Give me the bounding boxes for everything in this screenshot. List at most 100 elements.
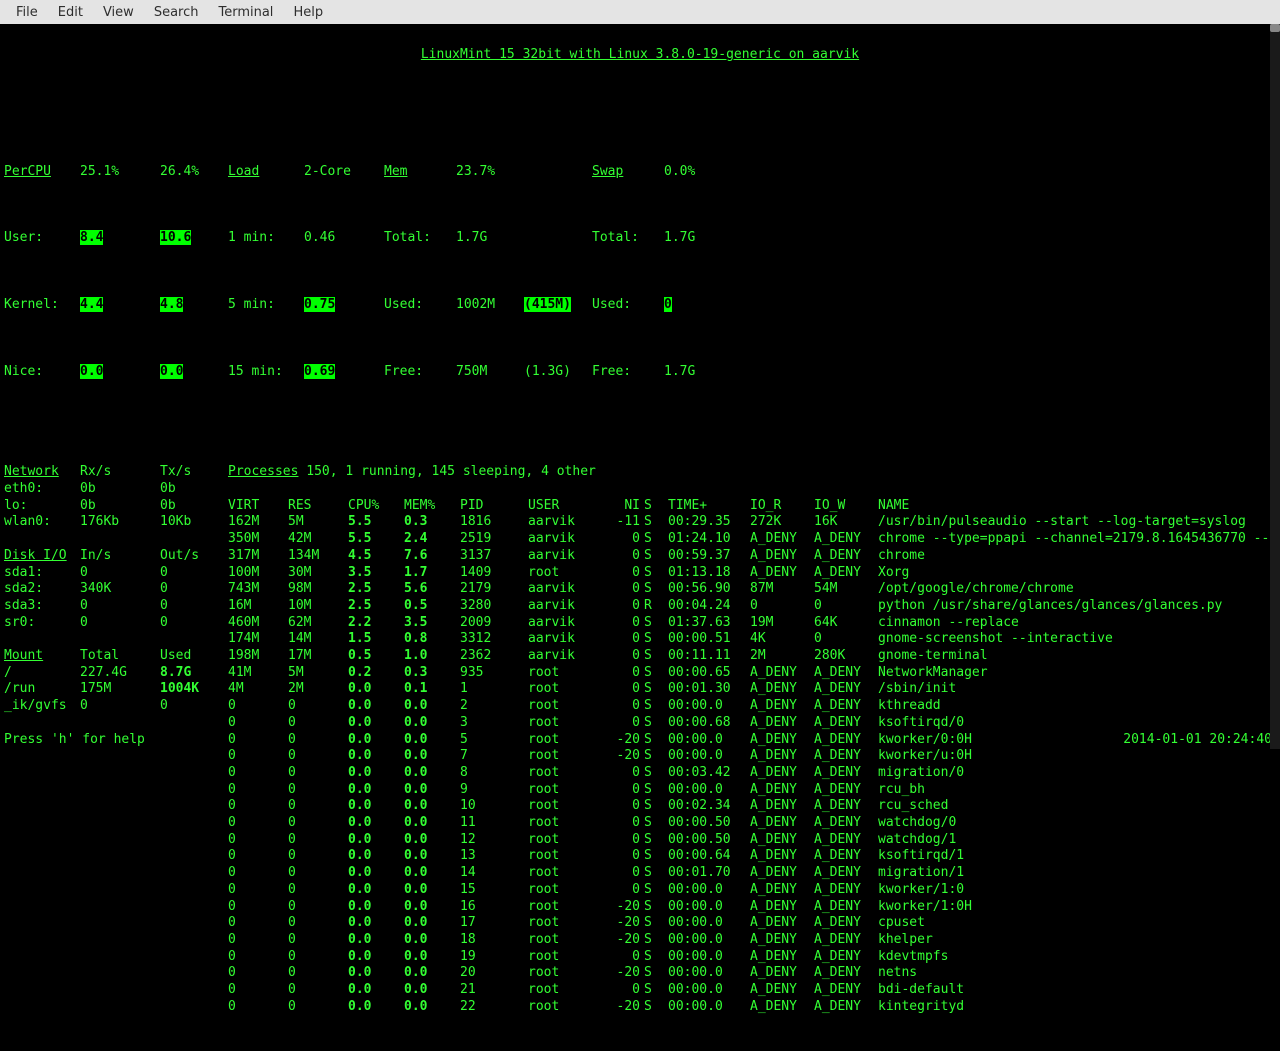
proc-virt: 0: [228, 865, 288, 882]
proc-mem: 0.0: [404, 999, 460, 1016]
proc-ior: A_DENY: [750, 965, 814, 982]
menu-edit[interactable]: Edit: [48, 3, 93, 22]
proc-virt: 41M: [228, 665, 288, 682]
proc-mem: 5.6: [404, 581, 460, 598]
proc-virt: 16M: [228, 598, 288, 615]
proc-user: root: [528, 915, 608, 932]
menu-view[interactable]: View: [93, 3, 144, 22]
network-tx: 10Kb: [160, 514, 228, 531]
proc-pid: 1: [460, 681, 528, 698]
mem-total: 1.7G: [456, 230, 524, 247]
body-row: sda3:0016M10M2.50.53280aarvik0R00:04.240…: [4, 598, 1276, 615]
proc-ni: 0: [608, 548, 644, 565]
menu-help[interactable]: Help: [283, 3, 333, 22]
proc-time: 00:00.0: [668, 698, 750, 715]
proc-name: kworker/1:0: [878, 882, 964, 899]
proc-virt: 0: [228, 848, 288, 865]
proc-cpu: 0.0: [348, 765, 404, 782]
proc-cpu: 0.0: [348, 915, 404, 932]
proc-pid: 1409: [460, 565, 528, 582]
swap-pct: 0.0%: [664, 164, 724, 181]
body-row: /run175M1004K4M2M0.00.11root0S00:01.30A_…: [4, 681, 1276, 698]
proc-hdr-s: S: [644, 498, 668, 515]
summary-row: Nice:0.00.015 min:0.69Free:750M(1.3G)Fre…: [4, 347, 1276, 380]
scrollbar[interactable]: [1270, 24, 1280, 749]
summary-row: Kernel:4.44.85 min:0.75Used:1002M(415M)U…: [4, 281, 1276, 314]
proc-ior: A_DENY: [750, 715, 814, 732]
network-tx-label: Tx/s: [160, 464, 228, 481]
proc-cpu: 0.0: [348, 732, 404, 749]
swap-total-label: Total:: [592, 230, 664, 247]
proc-virt: 0: [228, 999, 288, 1016]
percpu-cpu1-total: 26.4%: [160, 164, 228, 181]
diskio-in: 340K: [80, 581, 160, 598]
proc-cpu: 0.5: [348, 648, 404, 665]
body-row: MountTotalUsed198M17M0.51.02362aarvik0S0…: [4, 648, 1276, 665]
proc-res: 5M: [288, 514, 348, 531]
proc-ior: A_DENY: [750, 531, 814, 548]
proc-cpu: 0.0: [348, 748, 404, 765]
proc-name: watchdog/0: [878, 815, 956, 832]
proc-time: 00:29.35: [668, 514, 750, 531]
proc-user: aarvik: [528, 615, 608, 632]
proc-iow: A_DENY: [814, 899, 878, 916]
proc-user: root: [528, 798, 608, 815]
proc-iow: A_DENY: [814, 665, 878, 682]
body-row: sda2:340K0743M98M2.55.62179aarvik0S00:56…: [4, 581, 1276, 598]
swap-free: 1.7G: [664, 364, 724, 381]
swap-used: 0: [664, 297, 672, 312]
proc-res: 0: [288, 765, 348, 782]
proc-cpu: 0.0: [348, 848, 404, 865]
proc-user: root: [528, 932, 608, 949]
network-iface: wlan0:: [4, 514, 80, 531]
network-header: Network: [4, 464, 80, 481]
proc-name: cinnamon --replace: [878, 615, 1019, 632]
body-row: 000.00.03root0S00:00.68A_DENYA_DENYksoft…: [4, 715, 1276, 732]
mount-total: 227.4G: [80, 665, 160, 682]
proc-ni: 0: [608, 949, 644, 966]
proc-ni: 0: [608, 698, 644, 715]
menu-file[interactable]: File: [6, 3, 48, 22]
menu-terminal[interactable]: Terminal: [208, 3, 283, 22]
network-rx-label: Rx/s: [80, 464, 160, 481]
proc-mem: 0.0: [404, 965, 460, 982]
proc-cpu: 2.5: [348, 581, 404, 598]
proc-mem: 0.0: [404, 932, 460, 949]
proc-time: 00:56.90: [668, 581, 750, 598]
proc-iow: 280K: [814, 648, 878, 665]
proc-virt: 0: [228, 899, 288, 916]
proc-cpu: 4.5: [348, 548, 404, 565]
proc-user: root: [528, 848, 608, 865]
proc-virt: 0: [228, 815, 288, 832]
menu-search[interactable]: Search: [144, 3, 209, 22]
proc-user: aarvik: [528, 598, 608, 615]
proc-ni: 0: [608, 782, 644, 799]
proc-pid: 22: [460, 999, 528, 1016]
proc-virt: 0: [228, 748, 288, 765]
proc-status: S: [644, 832, 668, 849]
percpu-header: PerCPU: [4, 164, 80, 181]
processes-summary: Processes: [228, 464, 298, 479]
proc-virt: 0: [228, 765, 288, 782]
terminal-output[interactable]: LinuxMint 15 32bit with Linux 3.8.0-19-g…: [0, 24, 1280, 1051]
proc-name: python /usr/share/glances/glances/glance…: [878, 598, 1222, 615]
proc-status: S: [644, 882, 668, 899]
proc-cpu: 2.5: [348, 598, 404, 615]
proc-ni: 0: [608, 982, 644, 999]
proc-pid: 2009: [460, 615, 528, 632]
proc-status: S: [644, 631, 668, 648]
percpu-nice-cpu1: 0.0: [160, 364, 183, 379]
scrollbar-thumb[interactable]: [1270, 24, 1280, 32]
proc-time: 00:00.0: [668, 915, 750, 932]
proc-ni: 0: [608, 798, 644, 815]
proc-pid: 1816: [460, 514, 528, 531]
mount-used: 1004K: [160, 681, 228, 698]
proc-status: S: [644, 665, 668, 682]
proc-virt: 0: [228, 798, 288, 815]
proc-user: root: [528, 748, 608, 765]
proc-iow: 64K: [814, 615, 878, 632]
clock: 2014-01-01 20:24:40: [1123, 732, 1272, 747]
proc-ior: A_DENY: [750, 548, 814, 565]
proc-status: S: [644, 648, 668, 665]
mount-point: /: [4, 665, 80, 682]
